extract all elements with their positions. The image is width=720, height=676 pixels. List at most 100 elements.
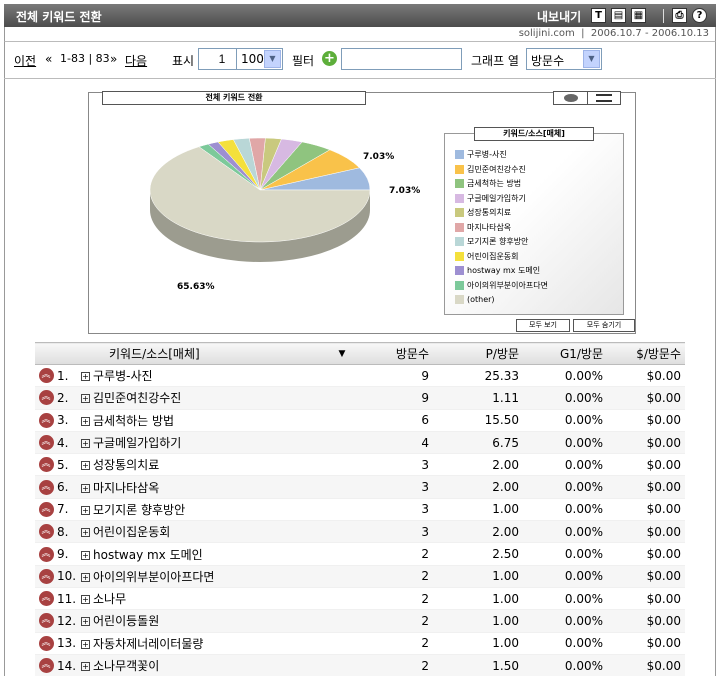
show-all-button[interactable]: 모두 보기 [516,319,570,332]
keyword-link[interactable]: 김민준여친강수진 [93,391,181,405]
legend-item[interactable]: 마지나타삼옥 [455,222,548,237]
collapse-up-icon[interactable]: ︽ [38,546,54,562]
expand-icon[interactable]: + [81,550,90,560]
collapse-up-icon[interactable]: ︽ [38,524,54,540]
expand-icon[interactable]: + [81,505,90,515]
header-visits[interactable]: 방문수 [353,342,433,365]
keyword-link[interactable]: 구글메일가입하기 [93,436,181,450]
legend-label: 어린이집운동회 [467,251,519,261]
visits-cell: 3 [353,453,433,477]
row-number: 4. [57,431,81,455]
print-icon[interactable]: ⎙ [672,8,687,23]
legend-swatch [455,222,464,232]
keyword-link[interactable]: hostway mx 도메인 [93,548,203,562]
keyword-link[interactable]: 금세척하는 방법 [93,414,174,428]
legend-item[interactable]: 김민준여친강수진 [455,164,548,179]
header-keyword[interactable]: 키워드/소스[매체] [81,342,331,365]
chart-title: 전체 키워드 전환 [102,91,366,105]
visits-cell: 2 [353,565,433,588]
keyword-link[interactable]: 성장통의치료 [93,458,159,472]
dollar-cell: $0.00 [607,431,685,455]
prev-link[interactable]: 이전 [14,52,36,69]
pdf-export-icon[interactable]: ▤ [611,8,626,23]
graph-column-select[interactable]: 방문수 ▼ [526,48,602,70]
collapse-up-icon[interactable]: ︽ [38,658,54,673]
expand-icon[interactable]: + [81,372,90,382]
expand-icon[interactable]: + [81,416,90,426]
collapse-up-icon[interactable]: ︽ [38,591,54,607]
row-number: 13. [57,632,81,655]
collapse-up-icon[interactable]: ︽ [38,568,54,584]
keyword-link[interactable]: 모기지론 향후방안 [93,503,185,517]
keyword-cell: + 마지나타삼옥 [81,475,353,499]
legend-item[interactable]: 구루병-사진 [455,149,548,164]
keyword-link[interactable]: 어린이집운동회 [93,525,170,539]
expand-icon[interactable]: + [81,662,90,671]
header-goal1-per-visit[interactable]: G1/방문 [523,342,607,365]
dollar-cell: $0.00 [607,475,685,499]
graph-column-label: 그래프 열 [471,54,519,68]
filter-input[interactable] [341,48,462,70]
pages-per-visit-cell: 2.00 [433,520,523,544]
legend-item[interactable]: 어린이집운동회 [455,251,548,266]
legend-item[interactable]: 구글메일가입하기 [455,193,548,208]
collapse-up-icon[interactable]: ︽ [38,435,54,451]
dollar-cell: $0.00 [607,386,685,410]
table-row: ︽ 10. + 아이의위부분이아프다면 2 1.00 0.00% $0.00 [35,565,685,588]
legend-item[interactable]: 금세척하는 방법 [455,178,548,193]
header-pages-per-visit[interactable]: P/방문 [433,342,523,365]
next-arrows-icon[interactable]: » [110,52,117,66]
next-link[interactable]: 다음 [125,52,147,69]
keyword-link[interactable]: 구루병-사진 [93,369,153,383]
legend-item[interactable]: hostway mx 도메인 [455,265,548,280]
pie-view-button[interactable] [554,92,588,104]
help-icon[interactable]: ? [692,8,707,23]
keyword-link[interactable]: 소나무 [93,592,126,606]
pages-per-visit-cell: 1.00 [433,632,523,655]
pages-per-visit-cell: 25.33 [433,364,523,388]
goal1-cell: 0.00% [523,654,607,676]
collapse-up-icon[interactable]: ︽ [38,390,54,406]
collapse-up-icon[interactable]: ︽ [38,501,54,517]
expand-icon[interactable]: + [81,394,90,404]
legend-item[interactable]: 아이의위부분이아프다면 [455,280,548,295]
keyword-link[interactable]: 어린이등돌원 [93,614,159,628]
header-dollar-per-visit[interactable]: $/방문수 [607,342,685,365]
expand-icon[interactable]: + [81,483,90,493]
keyword-link[interactable]: 아이의위부분이아프다면 [93,570,214,584]
goal1-cell: 0.00% [523,386,607,410]
sort-desc-icon[interactable]: ▼ [331,342,353,365]
legend-item[interactable]: 모기지론 향후방안 [455,236,548,251]
pie-icon [564,94,578,102]
prev-arrows-icon[interactable]: « [45,52,52,66]
collapse-up-icon[interactable]: ︽ [38,479,54,495]
row-number: 9. [57,542,81,566]
table-row: ︽ 7. + 모기지론 향후방안 3 1.00 0.00% $0.00 [35,498,685,522]
legend-item[interactable]: 성장통의치료 [455,207,548,222]
keyword-link[interactable]: 소나무객꽃이 [93,659,159,673]
expand-icon[interactable]: + [81,639,90,649]
table-controls: 이전 « 1-83 | 83 » 다음 표시 100▼ 필터 + 그래프 열 방… [14,48,714,72]
collapse-up-icon[interactable]: ︽ [38,368,54,384]
collapse-up-icon[interactable]: ︽ [38,412,54,428]
expand-icon[interactable]: + [81,439,90,449]
collapse-up-icon[interactable]: ︽ [38,635,54,651]
hide-all-button[interactable]: 모두 숨기기 [573,319,635,332]
legend-item[interactable]: (other) [455,294,548,309]
table-row: ︽ 12. + 어린이등돌원 2 1.00 0.00% $0.00 [35,609,685,633]
collapse-up-icon[interactable]: ︽ [38,457,54,473]
expand-icon[interactable]: + [81,572,90,582]
visits-cell: 3 [353,520,433,544]
excel-export-icon[interactable]: ▦ [631,8,646,23]
show-label: 표시 [172,54,195,68]
expand-icon[interactable]: + [81,617,90,627]
keyword-link[interactable]: 마지나타삼옥 [93,481,159,495]
expand-icon[interactable]: + [81,528,90,538]
rows-per-page-select[interactable]: 100 ▼ [236,48,283,70]
expand-icon[interactable]: + [81,595,90,605]
text-export-icon[interactable]: T [591,8,606,23]
keyword-link[interactable]: 자동차제너레이터물량 [93,637,203,651]
collapse-up-icon[interactable]: ︽ [38,613,54,629]
add-filter-icon[interactable]: + [322,51,337,66]
expand-icon[interactable]: + [81,461,90,471]
